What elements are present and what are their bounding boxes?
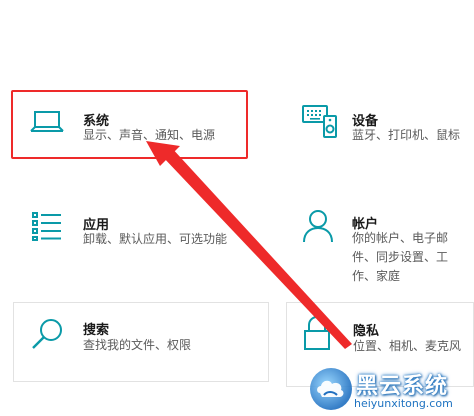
tile-description: 位置、相机、麦克风 — [353, 339, 462, 353]
lock-icon — [302, 315, 332, 355]
tile-description: 查找我的文件、权限 — [83, 338, 192, 352]
tile-description: 显示、声音、通知、电源 — [83, 128, 216, 142]
settings-tile-search[interactable]: 搜索 查找我的文件、权限 — [13, 302, 269, 382]
laptop-icon — [30, 109, 64, 139]
tile-description: 蓝牙、打印机、鼠标 — [352, 128, 461, 142]
settings-tile-system[interactable]: 系统 显示、声音、通知、电源 — [13, 92, 246, 157]
site-watermark: 黑云系统 heiyunxitong.com — [308, 364, 466, 414]
watermark-name: 黑云系统 — [356, 374, 449, 399]
settings-tile-accounts[interactable]: 帐户 你的帐户、电子邮件、同步设置、工作、家庭 — [290, 198, 474, 283]
person-icon — [302, 208, 334, 248]
watermark-url: heiyunxitong.com — [354, 397, 453, 410]
magnifier-icon — [31, 317, 65, 355]
keyboard-speaker-icon — [302, 104, 338, 142]
cloud-logo-icon — [308, 366, 354, 416]
tile-description: 卸载、默认应用、可选功能 — [83, 232, 228, 246]
settings-tile-devices[interactable]: 设备 蓝牙、打印机、鼠标 — [290, 92, 474, 157]
settings-tile-apps[interactable]: 应用 卸载、默认应用、可选功能 — [13, 198, 268, 268]
apps-list-icon — [31, 210, 63, 246]
tile-description: 你的帐户、电子邮件、同步设置、工作、家庭 — [352, 231, 449, 283]
